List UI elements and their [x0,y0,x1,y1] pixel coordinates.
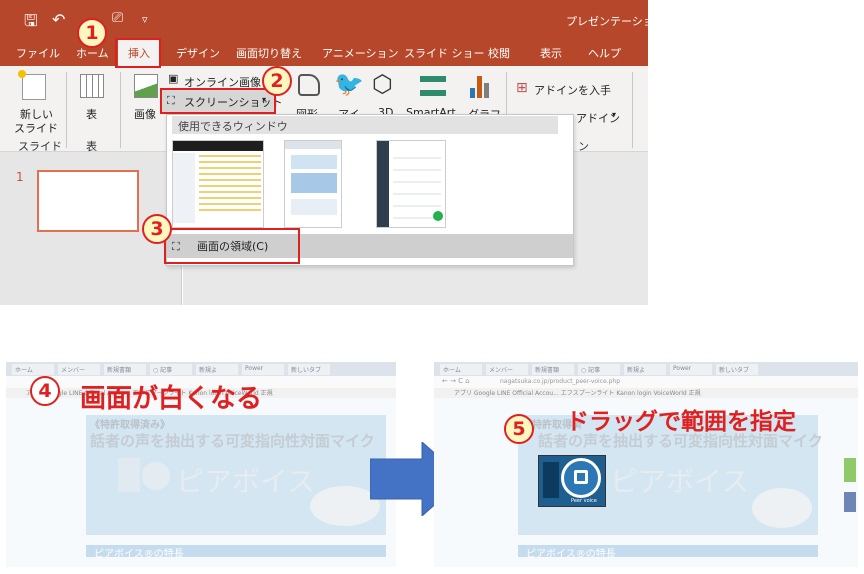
slide-thumbnail[interactable] [37,170,139,232]
document-title: プレゼンテーション1 [566,15,648,28]
new-slide-label-2[interactable]: スライド [14,120,58,136]
speaker-face-icon [543,462,559,498]
callout-number: 1 [77,18,107,48]
save-icon[interactable]: 🖫 [24,10,38,37]
browser-tab[interactable]: ○ 記事 [578,364,620,375]
side-widget[interactable] [844,458,856,482]
nav-arrows-icon[interactable]: ← → C ⌂ [442,377,470,385]
tab-animations[interactable]: アニメーション [322,45,399,61]
browser-tab[interactable]: 新規書類 [104,364,146,375]
side-widget[interactable] [844,492,856,512]
tab-design[interactable]: デザイン [176,45,220,61]
peervoice-logo [142,462,170,490]
browser-tab[interactable]: メンバー [58,364,100,375]
chevron-down-icon[interactable]: ▾ [612,110,616,119]
tab-transitions[interactable]: 画面切り替え [236,45,302,61]
step5-label: ドラッグで範囲を指定 [566,409,796,435]
browser-tab[interactable]: 新しいタブ [288,364,330,375]
tab-review[interactable]: 校閲 [488,45,510,61]
web-page: 《特許取得済み》 話者の声を抽出する可変指向性対面マイク ピアボイス ピアボイス… [6,398,396,567]
browser-screenshot-selecting: ホーム メンバー 新規書類 ○ 記事 新規よ Power 新しいタブ ← → C… [434,362,858,567]
window-thumbnail-browser[interactable] [284,140,342,228]
present-icon[interactable]: ⎚ [112,10,123,26]
speaker-face-icon [118,458,140,492]
step-number: 4 [30,376,60,406]
image-icon[interactable] [134,74,158,98]
addin-icon[interactable]: ⊞ [516,80,528,96]
browser-tab[interactable]: 新規よ [624,364,666,375]
chart-icon[interactable] [470,76,492,98]
tab-help[interactable]: ヘルプ [588,45,621,61]
image-label[interactable]: 画像 [134,106,156,122]
browser-tab-strip: ホーム メンバー 新規書類 ○ 記事 新規よ Power 新しいタブ [6,362,396,376]
browser-tab[interactable]: Power [242,364,284,375]
tab-file[interactable]: ファイル [16,45,60,61]
ribbon-separator [120,72,121,148]
slide-number: 1 [16,170,24,184]
table-icon[interactable] [80,74,104,98]
cube-3d-icon[interactable]: ⬡ [372,70,393,98]
browser-tab[interactable]: ○ 記事 [150,364,192,375]
table-label[interactable]: 表 [86,106,97,122]
available-windows-header: 使用できるウィンドウ [172,116,558,134]
drag-selection-region[interactable]: Peer voice [538,455,606,507]
ribbon-separator [632,72,633,148]
browser-tab[interactable]: ホーム [440,364,482,375]
highlight-screenshot-button [160,88,276,114]
shapes-icon[interactable] [298,74,320,96]
headline: 話者の声を抽出する可変指向性対面マイク [90,432,375,450]
highlight-insert-tab [115,38,161,68]
ribbon-separator [66,72,67,148]
url-text[interactable]: nagatsuka.co.jp/product_peer-voice.php [500,378,620,385]
highlight-screen-clipping [164,228,300,264]
tab-slideshow[interactable]: スライド ショー [404,45,485,61]
browser-tab[interactable]: メンバー [486,364,528,375]
browser-tab-strip: ホーム メンバー 新規書類 ○ 記事 新規よ Power 新しいタブ [434,362,858,376]
callout-number: 2 [262,66,292,96]
smartart-icon[interactable] [420,76,446,96]
new-slide-icon[interactable] [18,70,46,100]
bookmarks-bar: アプリ Google LINE Official Accou... エフスプーン… [434,388,858,398]
window-thumbnail-explorer[interactable] [172,140,264,228]
brand-name: ピアボイス [610,465,750,498]
browser-tab[interactable]: ホーム [12,364,54,375]
tab-view[interactable]: 表示 [540,45,562,61]
address-bar[interactable]: ← → C ⌂ nagatsuka.co.jp/product_peer-voi… [434,376,858,388]
window-thumbnail-chat[interactable] [376,140,446,228]
step4-label: 画面が白くなる [80,384,263,414]
logo-text: Peer voice [571,498,597,504]
addin-label[interactable]: アドインを入手 [534,82,611,98]
brand-name: ピアボイス [176,465,316,498]
icons-bird-icon[interactable]: 🐦 [334,70,364,98]
peervoice-logo [561,458,601,498]
features-bar: ピアボイス®の特長 [518,545,818,560]
browser-tab[interactable]: 新しいタブ [716,364,758,375]
browser-tab[interactable]: 新規よ [196,364,238,375]
patent-label: 《特許取得済み》 [90,420,170,431]
features-bar: ピアボイス®の特長 [86,545,386,560]
customize-qa-icon[interactable]: ▿ [142,13,148,26]
browser-tab[interactable]: Power [670,364,712,375]
undo-icon[interactable]: ↶ [52,10,65,29]
callout-number: 3 [142,214,172,244]
step-number: 5 [504,414,534,444]
online-image-icon[interactable]: ▣ [168,72,178,85]
device-image [752,488,812,528]
browser-tab[interactable]: 新規書類 [532,364,574,375]
